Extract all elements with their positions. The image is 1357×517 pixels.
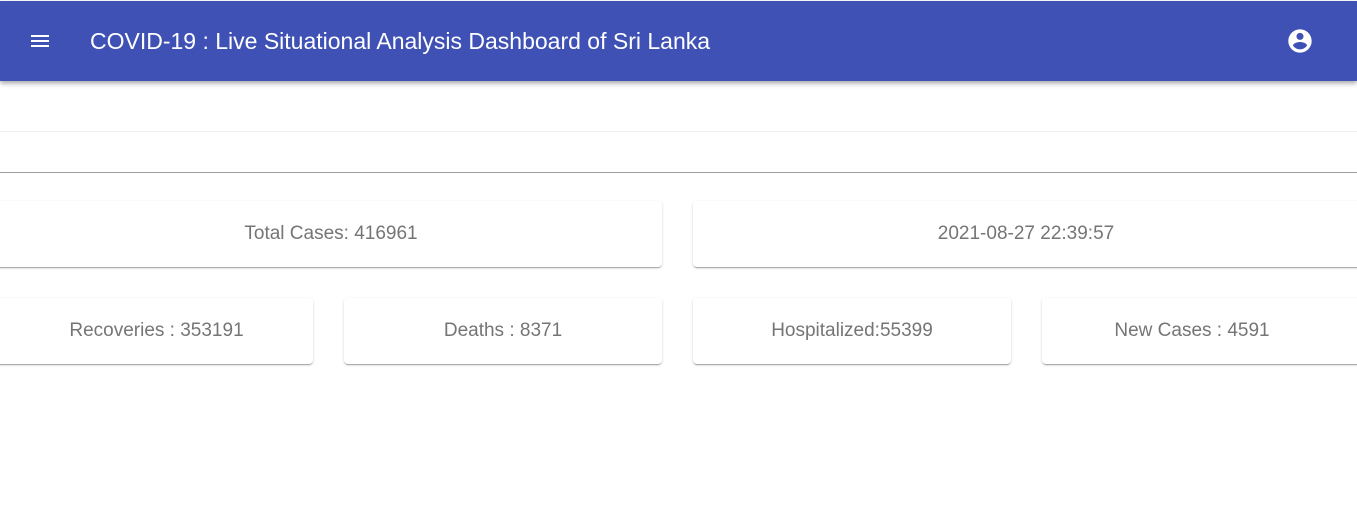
recoveries-value: Recoveries : 353191 bbox=[69, 320, 244, 341]
account-circle-icon bbox=[1288, 29, 1312, 53]
new-cases-value: New Cases : 4591 bbox=[1114, 320, 1270, 341]
deaths-card: Deaths : 8371 bbox=[344, 298, 662, 364]
filter-strip bbox=[0, 131, 1357, 173]
hospitalized-value: Hospitalized:55399 bbox=[771, 320, 933, 341]
menu-icon bbox=[31, 35, 49, 47]
total-cases-value: Total Cases: 416961 bbox=[244, 223, 418, 244]
new-cases-card: New Cases : 4591 bbox=[1042, 298, 1357, 364]
account-button[interactable] bbox=[1280, 21, 1320, 61]
total-cases-card: Total Cases: 416961 bbox=[0, 201, 662, 267]
last-updated-value: 2021-08-27 22:39:57 bbox=[937, 223, 1115, 244]
page-title: COVID-19 : Live Situational Analysis Das… bbox=[90, 28, 711, 54]
hospitalized-card: Hospitalized:55399 bbox=[693, 298, 1011, 364]
recoveries-card: Recoveries : 353191 bbox=[0, 298, 313, 364]
menu-button[interactable] bbox=[20, 21, 60, 61]
dashboard-page: COVID-19 : Live Situational Analysis Das… bbox=[0, 0, 1357, 517]
deaths-value: Deaths : 8371 bbox=[443, 320, 563, 341]
last-updated-card: 2021-08-27 22:39:57 bbox=[693, 201, 1357, 267]
top-app-bar: COVID-19 : Live Situational Analysis Das… bbox=[0, 1, 1357, 81]
